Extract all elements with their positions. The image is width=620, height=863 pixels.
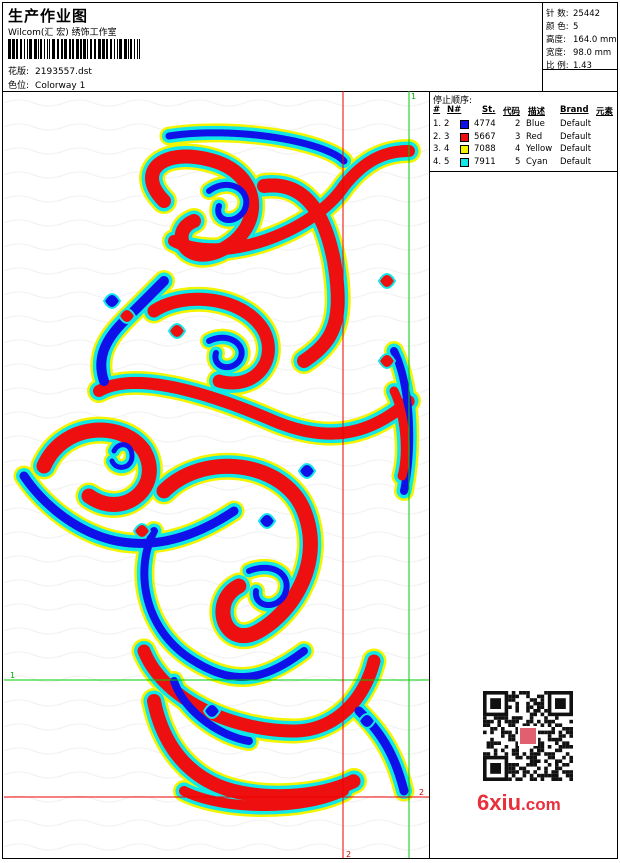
design-ratio-label: 比 例: — [546, 61, 569, 71]
panel-divider — [429, 171, 430, 858]
stop-row-index: 4. — [433, 156, 442, 167]
thread-color-swatch — [460, 157, 469, 167]
stop-row-description: Red — [526, 131, 543, 142]
motif-leaf — [377, 273, 397, 289]
motif-leaf — [102, 293, 122, 309]
col-header-description: 描述 — [528, 107, 546, 117]
stitch-count: 针 数: 25442 — [546, 7, 600, 19]
stop-row-stop: 5 — [515, 156, 521, 167]
design-height-value: 164.0 mm — [573, 35, 617, 45]
design-file-label: 花版: — [8, 67, 30, 77]
production-worksheet: 生产作业图 Wilcom(汇 宏) 绣饰工作室 花版: 2193557.dst 色… — [2, 2, 618, 859]
stop-row-needle: 2 — [444, 119, 450, 129]
stop-row-brand: Default — [560, 119, 592, 129]
thread-color-swatch — [460, 120, 469, 129]
stop-row-needle: 5 — [444, 156, 450, 167]
watermark-tld: .com — [521, 795, 561, 814]
design-height: 高度: 164.0 mm — [546, 33, 617, 45]
motif-leaf — [167, 323, 187, 339]
col-header-brand: Brand — [560, 105, 589, 115]
motif-leaf — [357, 713, 377, 729]
company-name: Wilcom(汇 宏) 绣饰工作室 — [8, 28, 117, 38]
design-ratio-value: 1.43 — [573, 61, 592, 71]
stop-row-index: 1. — [433, 119, 442, 129]
stop-row: 1. 2 4774 2 Blue Default — [430, 119, 618, 131]
design-height-label: 高度: — [546, 35, 566, 45]
col-header-code: 代码 — [503, 107, 521, 117]
design-canvas: 1 1 2 2 — [4, 91, 429, 858]
stop-row-code: 5667 — [474, 131, 496, 142]
stop-row-brand: Default — [560, 131, 592, 142]
marker-2-right: 2 — [419, 788, 424, 797]
design-width-label: 宽度: — [546, 48, 566, 58]
stop-row-needle: 4 — [444, 144, 450, 154]
stop-row: 4. 5 7911 5 Cyan Default — [430, 157, 618, 169]
site-watermark: 6xiu.com — [477, 790, 561, 816]
qr-code — [473, 683, 585, 791]
motif-leaf — [297, 463, 317, 479]
col-header-stop: St. — [482, 105, 496, 115]
stop-row: 2. 3 5667 3 Red Default — [430, 132, 618, 144]
stop-row-description: Cyan — [526, 156, 548, 167]
col-header-needle: N# — [447, 105, 462, 115]
thread-color-swatch — [460, 145, 469, 154]
barcode-image — [8, 39, 140, 59]
marker-1-top: 1 — [411, 92, 416, 101]
motif-leaf — [117, 308, 137, 324]
marker-1-left: 1 — [10, 671, 15, 680]
colorway-value: Colorway 1 — [35, 81, 86, 91]
design-ratio: 比 例: 1.43 — [546, 59, 592, 71]
stop-row-index: 2. — [433, 131, 442, 142]
stop-sequence-panel: 停止顺序: # N# St. 代码 描述 Brand 元素 1. 2 4774 2 Bl… — [429, 91, 618, 172]
design-stats-box: 针 数: 25442 颜 色: 5 高度: 164.0 mm 宽度: 98.0 mm 比… — [542, 3, 618, 91]
stop-row-brand: Default — [560, 144, 592, 154]
marker-2-bottom: 2 — [346, 850, 351, 858]
stop-row-brand: Default — [560, 156, 592, 167]
col-header-element: 元素 — [596, 107, 614, 117]
motif-leaf — [257, 513, 277, 529]
stop-row-description: Blue — [526, 119, 545, 129]
color-count-label: 颜 色: — [546, 22, 569, 32]
motif-leaf — [202, 703, 222, 719]
motif-leaf — [377, 353, 397, 369]
stop-row-code: 7088 — [474, 144, 496, 154]
stop-row-index: 3. — [433, 144, 442, 154]
stop-row-code: 4774 — [474, 119, 496, 129]
stop-row-stop: 2 — [515, 119, 521, 129]
watermark-domain: 6xiu — [477, 790, 522, 815]
stop-row-stop: 4 — [515, 144, 521, 154]
stop-row-code: 7911 — [474, 156, 496, 167]
design-file-row: 花版: 2193557.dst — [8, 64, 92, 77]
col-header-index: # — [433, 105, 441, 115]
stop-row-description: Yellow — [526, 144, 553, 154]
stop-row-needle: 3 — [444, 131, 450, 142]
colorway-row: 色位: Colorway 1 — [8, 78, 85, 91]
design-width: 宽度: 98.0 mm — [546, 46, 611, 58]
worksheet-title: 生产作业图 — [8, 7, 89, 25]
motif-leaf — [132, 523, 152, 539]
stop-sequence-header: # N# St. 代码 描述 Brand 元素 — [430, 105, 618, 117]
design-file-value: 2193557.dst — [35, 67, 92, 77]
color-count-value: 5 — [573, 22, 579, 32]
stop-row: 3. 4 7088 4 Yellow Default — [430, 144, 618, 156]
colorway-label: 色位: — [8, 81, 30, 91]
worksheet-header: 生产作业图 Wilcom(汇 宏) 绣饰工作室 花版: 2193557.dst 色… — [3, 3, 618, 92]
color-count: 颜 色: 5 — [546, 20, 578, 32]
stop-row-stop: 3 — [515, 131, 521, 142]
stitch-count-label: 针 数: — [546, 9, 569, 19]
design-width-value: 98.0 mm — [573, 48, 612, 58]
embroidery-preview: 1 1 2 2 — [4, 91, 429, 858]
thread-color-swatch — [460, 132, 469, 142]
stitch-count-value: 25442 — [573, 9, 601, 19]
